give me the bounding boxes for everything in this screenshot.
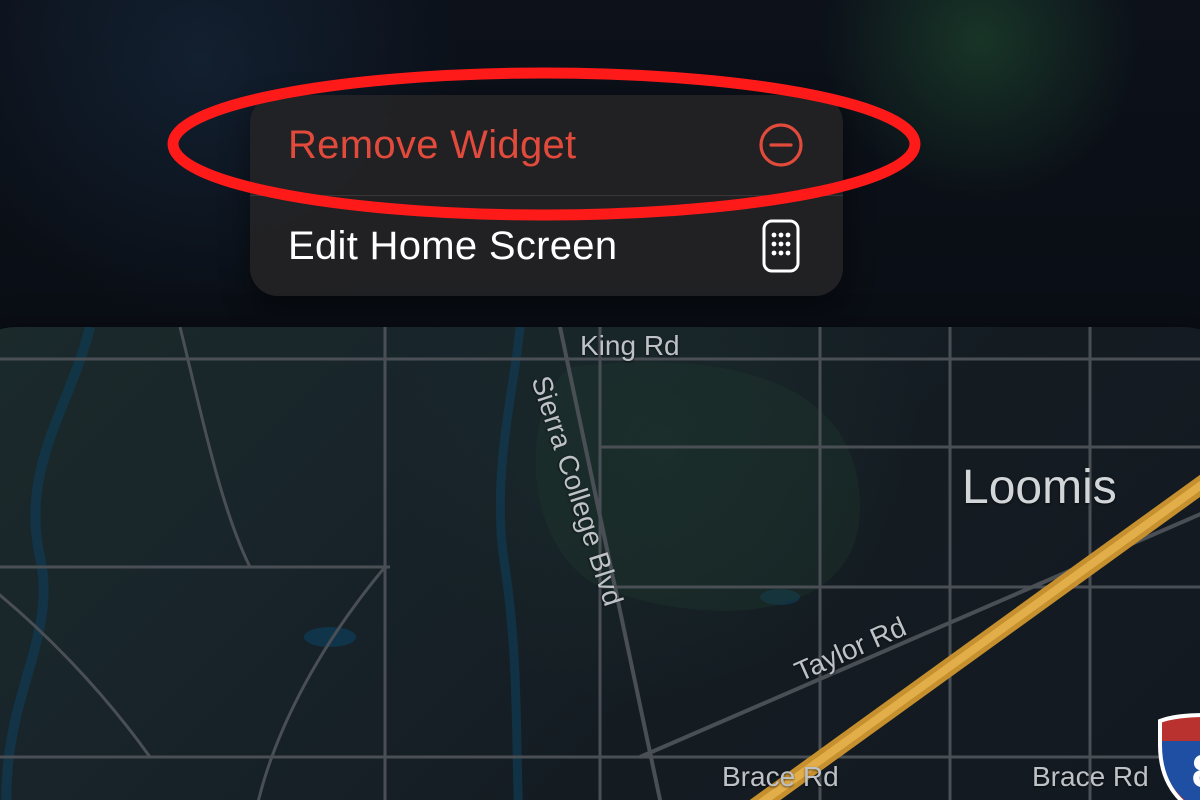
road-label-brace-2: Brace Rd (1032, 761, 1149, 793)
road-label-king: King Rd (580, 330, 680, 362)
apps-grid-phone-icon (753, 218, 809, 274)
widget-context-menu: Remove Widget Edit Home Screen (250, 95, 843, 296)
ios-home-screen: Remove Widget Edit Home Screen (0, 0, 1200, 800)
edit-home-screen-menu-item[interactable]: Edit Home Screen (250, 196, 843, 296)
interstate-shield-icon: 8 (1150, 707, 1200, 800)
road-label-brace-1: Brace Rd (722, 761, 839, 793)
remove-widget-label: Remove Widget (288, 123, 576, 168)
interstate-number: 8 (1150, 707, 1200, 800)
city-label-loomis: Loomis (962, 460, 1117, 515)
remove-widget-menu-item[interactable]: Remove Widget (250, 95, 843, 195)
remove-minus-circle-icon (753, 117, 809, 173)
maps-widget[interactable]: King Rd Sierra College Blvd Taylor Rd Lo… (0, 327, 1200, 800)
edit-home-screen-label: Edit Home Screen (288, 224, 617, 269)
